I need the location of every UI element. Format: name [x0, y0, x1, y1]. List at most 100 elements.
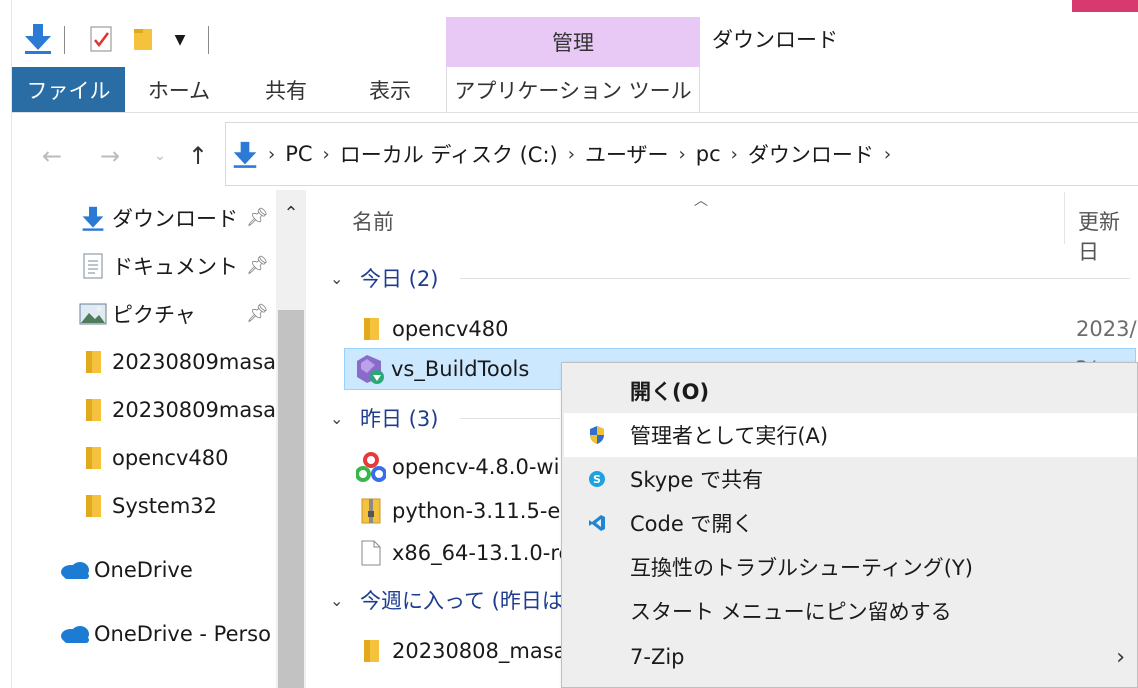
chevron-right-icon[interactable]: ›	[568, 144, 575, 165]
file-icon	[350, 539, 392, 567]
column-divider[interactable]	[1064, 192, 1065, 244]
new-folder-icon[interactable]	[128, 24, 158, 54]
menu-item-label: 開く(O)	[630, 380, 710, 404]
zip-archive-icon	[350, 497, 392, 525]
scrollbar-thumb[interactable]	[278, 310, 304, 688]
folder-icon	[76, 347, 110, 377]
sidebar-item-label: System32	[112, 494, 218, 518]
collapse-chevron-icon[interactable]: ⌄	[330, 409, 360, 428]
menu-item-troubleshoot-compatibility[interactable]: 互換性のトラブルシューティング(Y)	[564, 545, 1137, 589]
sidebar-item-folder[interactable]: System32	[12, 484, 276, 528]
navigation-pane: ダウンロード 📌︎ ドキュメント 📌︎ ピクチャ 📌︎ 20230809masa	[12, 190, 306, 688]
menu-item-label: 互換性のトラブルシューティング(Y)	[630, 556, 973, 580]
tab-share[interactable]: 共有	[244, 67, 328, 113]
breadcrumb-pc[interactable]: PC	[285, 142, 312, 166]
tab-view[interactable]: 表示	[346, 67, 434, 113]
menu-item-run-as-admin[interactable]: 管理者として実行(A)	[564, 413, 1137, 457]
sidebar-item-downloads[interactable]: ダウンロード 📌︎	[12, 196, 276, 240]
menu-item-skype-share[interactable]: S Skype で共有	[564, 457, 1137, 501]
sidebar-item-label: OneDrive - Perso	[94, 622, 271, 646]
menu-item-pin-to-start[interactable]: スタート メニューにピン留めする	[564, 589, 1137, 633]
scroll-up-arrow-icon[interactable]: ⌃	[276, 198, 306, 228]
folder-icon	[350, 316, 392, 342]
file-name: vs_BuildTools	[391, 357, 530, 381]
pin-icon[interactable]: 📌︎	[246, 207, 269, 228]
group-header-yesterday[interactable]: ⌄ 昨日 (3)	[330, 400, 560, 436]
tab-file[interactable]: ファイル	[12, 67, 125, 113]
address-bar[interactable]: › PC › ローカル ディスク (C:) › ユーザー › pc › ダウンロ…	[225, 122, 1138, 186]
window-title: ダウンロード	[712, 28, 838, 52]
menu-item-label: 7-Zip	[630, 645, 685, 669]
chevron-right-icon[interactable]: ›	[884, 144, 891, 165]
download-icon	[76, 203, 110, 233]
group-header-this-week[interactable]: ⌄ 今週に入って (昨日は	[330, 582, 570, 618]
window-left-edge	[0, 0, 12, 688]
pin-icon[interactable]: 📌︎	[246, 255, 269, 276]
file-name: opencv-4.8.0-wi	[392, 455, 560, 479]
properties-icon[interactable]	[86, 22, 116, 56]
collapse-chevron-icon[interactable]: ⌄	[330, 591, 360, 610]
background-window-edge	[1072, 0, 1138, 12]
menu-item-open-with-code[interactable]: Code で開く	[564, 501, 1137, 545]
folder-icon	[350, 638, 392, 664]
sidebar-item-folder[interactable]: opencv480	[12, 436, 276, 480]
recent-locations-chevron-icon[interactable]: ⌄	[142, 138, 178, 174]
chevron-right-icon[interactable]: ›	[679, 144, 686, 165]
menu-item-label: Skype で共有	[630, 468, 764, 492]
file-explorer-window: ▼ 管理 ダウンロード ファイル ホーム 共有 表示 アプリケーション ツール …	[0, 0, 1138, 688]
sidebar-item-label: 20230809masa	[112, 398, 276, 422]
quick-access-toolbar: ▼	[12, 0, 446, 66]
group-divider	[460, 277, 1130, 279]
folder-icon	[76, 491, 110, 521]
submenu-arrow-icon: ›	[1116, 644, 1125, 670]
uac-shield-icon	[586, 424, 608, 446]
navigation-bar: ← → ⌄ ↑ › PC › ローカル ディスク (C:) › ユーザー › p…	[12, 122, 1138, 188]
chevron-right-icon[interactable]: ›	[323, 144, 330, 165]
column-header-name[interactable]: 名前	[352, 206, 394, 236]
opencv-icon	[350, 452, 392, 482]
sort-ascending-icon: ︿	[694, 193, 708, 209]
list-item[interactable]: opencv480 2023/	[346, 308, 1138, 350]
sidebar-item-label: ドキュメント	[112, 255, 238, 279]
sidebar-item-documents[interactable]: ドキュメント 📌︎	[12, 244, 276, 288]
up-arrow-icon[interactable]: ↑	[180, 138, 216, 174]
group-label: 今週に入って (昨日は	[360, 589, 563, 613]
sidebar-item-onedrive-personal[interactable]: OneDrive - Perso	[12, 612, 276, 656]
breadcrumb-local-disk[interactable]: ローカル ディスク (C:)	[340, 139, 558, 169]
menu-item-label: 管理者として実行(A)	[630, 424, 829, 448]
visual-studio-installer-icon	[349, 353, 391, 385]
svg-text:S: S	[593, 473, 601, 486]
customize-toolbar-chevron-icon[interactable]: ▼	[168, 26, 192, 54]
chevron-right-icon[interactable]: ›	[268, 144, 275, 165]
forward-arrow-icon[interactable]: →	[92, 138, 128, 174]
file-date: 2023/	[1076, 317, 1137, 341]
collapse-chevron-icon[interactable]: ⌄	[330, 269, 360, 288]
sidebar-item-onedrive[interactable]: OneDrive	[12, 548, 276, 592]
menu-item-7zip[interactable]: 7-Zip ›	[564, 635, 1137, 679]
chevron-right-icon[interactable]: ›	[731, 144, 738, 165]
sidebar-item-label: ピクチャ	[112, 303, 196, 327]
breadcrumb-users[interactable]: ユーザー	[585, 139, 669, 169]
folder-icon	[76, 395, 110, 425]
toolbar-separator	[64, 26, 65, 54]
sidebar-item-folder[interactable]: 20230809masa	[12, 388, 276, 432]
sidebar-item-pictures[interactable]: ピクチャ 📌︎	[12, 292, 276, 336]
download-icon[interactable]	[20, 20, 56, 56]
pin-icon[interactable]: 📌︎	[246, 303, 269, 324]
tab-application-tools[interactable]: アプリケーション ツール	[446, 67, 700, 113]
group-header-today[interactable]: ⌄ 今日 (2)	[330, 260, 1130, 296]
sidebar-item-label: opencv480	[112, 446, 229, 470]
back-arrow-icon[interactable]: ←	[34, 138, 70, 174]
menu-item-open[interactable]: 開く(O)	[564, 369, 1137, 413]
skype-icon: S	[586, 468, 608, 490]
vscode-icon	[586, 512, 608, 534]
breadcrumb-downloads[interactable]: ダウンロード	[748, 139, 874, 169]
column-header-modified[interactable]: 更新日	[1078, 206, 1138, 266]
sidebar-item-folder[interactable]: 20230809masa	[12, 340, 276, 384]
breadcrumb-pc-user[interactable]: pc	[696, 142, 721, 166]
toolbar-separator	[208, 26, 209, 54]
sidebar-item-label: ダウンロード	[112, 207, 238, 231]
tab-home[interactable]: ホーム	[132, 67, 226, 113]
file-name: x86_64-13.1.0-re	[392, 541, 572, 565]
folder-icon	[76, 443, 110, 473]
